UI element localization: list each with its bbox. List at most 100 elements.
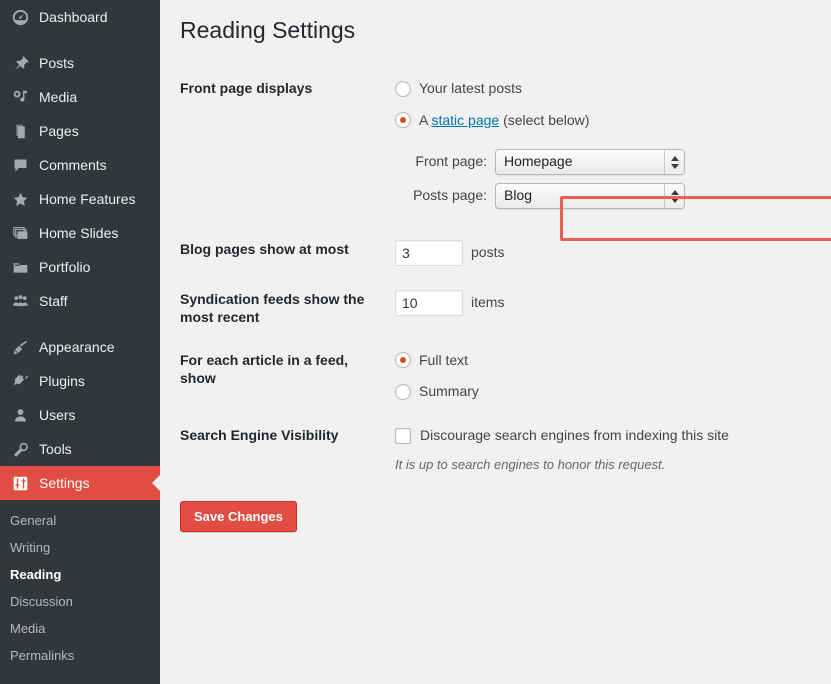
front-page-displays-label: Front page displays xyxy=(180,80,313,96)
group-icon xyxy=(10,291,30,311)
radio-static-page-input[interactable] xyxy=(395,112,411,129)
static-page-link[interactable]: static page xyxy=(431,112,499,128)
sidebar-item-label: Posts xyxy=(39,55,75,71)
admin-sidebar: Dashboard Posts Media Pages Comments Hom… xyxy=(0,0,160,684)
reading-settings-form: Front page displays Your latest posts A … xyxy=(180,67,820,487)
plug-icon xyxy=(10,371,30,391)
radio-latest-posts-label: Your latest posts xyxy=(419,80,522,96)
current-menu-arrow xyxy=(152,475,160,491)
blog-pages-label: Blog pages show at most xyxy=(180,241,349,258)
sidebar-item-label: Appearance xyxy=(39,339,115,355)
front-page-select-label: Front page: xyxy=(415,153,487,170)
sidebar-item-label: Settings xyxy=(39,475,90,491)
paintbrush-icon xyxy=(10,337,30,357)
row-feed-article: For each article in a feed, show Full te… xyxy=(180,339,820,414)
discourage-checkbox-row[interactable]: Discourage search engines from indexing … xyxy=(395,426,810,446)
front-page-select[interactable]: Homepage xyxy=(495,149,685,176)
wordpress-admin: Dashboard Posts Media Pages Comments Hom… xyxy=(0,0,831,684)
sidebar-item-label: Plugins xyxy=(39,373,85,389)
radio-summary[interactable]: Summary xyxy=(395,382,810,402)
search-visibility-label: Search Engine Visibility xyxy=(180,426,339,443)
chevron-updown-icon[interactable] xyxy=(664,184,684,209)
chevron-updown-icon[interactable] xyxy=(664,150,684,175)
submenu-item-general[interactable]: General xyxy=(0,507,160,534)
search-visibility-controls: Discourage search engines from indexing … xyxy=(395,414,820,487)
front-page-select-row: Front page: Homepage xyxy=(395,148,810,176)
sidebar-item-label: Dashboard xyxy=(39,9,108,25)
sidebar-item-appearance[interactable]: Appearance xyxy=(0,330,160,364)
row-front-page-displays: Front page displays Your latest posts A … xyxy=(180,67,820,228)
sidebar-item-media[interactable]: Media xyxy=(0,80,160,114)
sidebar-item-plugins[interactable]: Plugins xyxy=(0,364,160,398)
sidebar-item-label: Staff xyxy=(39,293,68,309)
sidebar-item-pages[interactable]: Pages xyxy=(0,114,160,148)
syndication-unit: items xyxy=(471,294,505,311)
radio-full-text-input[interactable] xyxy=(395,352,411,369)
dashboard-icon xyxy=(10,7,30,27)
submenu-item-writing[interactable]: Writing xyxy=(0,534,160,561)
row-blog-pages: Blog pages show at most posts xyxy=(180,228,820,278)
submenu-item-permalinks[interactable]: Permalinks xyxy=(0,642,160,669)
radio-static-page-label: A static page (select below) xyxy=(419,111,589,131)
sidebar-menu: Dashboard Posts Media Pages Comments Hom… xyxy=(0,0,160,500)
sidebar-item-settings[interactable]: Settings xyxy=(0,466,160,500)
media-icon xyxy=(10,87,30,107)
submenu-item-media[interactable]: Media xyxy=(0,615,160,642)
radio-latest-posts-input[interactable] xyxy=(395,80,411,97)
sidebar-item-home-features[interactable]: Home Features xyxy=(0,182,160,216)
sidebar-item-label: Portfolio xyxy=(39,259,91,275)
row-syndication-feeds: Syndication feeds show the most recent i… xyxy=(180,278,820,338)
posts-page-select[interactable]: Blog xyxy=(495,183,685,210)
sidebar-item-comments[interactable]: Comments xyxy=(0,148,160,182)
wrench-icon xyxy=(10,439,30,459)
sidebar-separator xyxy=(0,34,160,46)
front-page-displays-controls: Your latest posts A static page (select … xyxy=(395,67,820,228)
sidebar-item-tools[interactable]: Tools xyxy=(0,432,160,466)
star-icon xyxy=(10,189,30,209)
posts-page-select-value: Blog xyxy=(504,187,533,204)
radio-full-text-label: Full text xyxy=(419,351,469,368)
comment-icon xyxy=(10,155,30,175)
blog-pages-input[interactable] xyxy=(395,240,463,267)
syndication-controls: items xyxy=(395,278,820,338)
submit-area: Save Changes xyxy=(180,500,831,532)
sliders-icon xyxy=(10,473,30,493)
radio-summary-label: Summary xyxy=(419,383,479,400)
search-visibility-hint: It is up to search engines to honor this… xyxy=(395,457,666,473)
feed-article-label: For each article in a feed, show xyxy=(180,351,349,386)
sidebar-item-dashboard[interactable]: Dashboard xyxy=(0,0,160,34)
sidebar-item-label: Users xyxy=(39,407,76,423)
submenu-item-reading[interactable]: Reading xyxy=(0,561,160,588)
radio-static-page[interactable]: A static page (select below) xyxy=(395,111,810,131)
syndication-label: Syndication feeds show the most recent xyxy=(180,291,365,326)
sidebar-item-label: Media xyxy=(39,89,78,105)
sidebar-item-label: Tools xyxy=(39,441,72,457)
radio-latest-posts[interactable]: Your latest posts xyxy=(395,79,810,99)
syndication-input[interactable] xyxy=(395,290,463,317)
sidebar-item-posts[interactable]: Posts xyxy=(0,46,160,80)
sidebar-item-users[interactable]: Users xyxy=(0,398,160,432)
sidebar-item-portfolio[interactable]: Portfolio xyxy=(0,250,160,284)
main-content: Reading Settings Front page displays You… xyxy=(160,0,831,684)
sidebar-item-label: Comments xyxy=(39,157,107,173)
sidebar-item-label: Home Slides xyxy=(39,225,119,241)
radio-full-text[interactable]: Full text xyxy=(395,351,810,371)
folder-icon xyxy=(10,257,30,277)
sidebar-item-home-slides[interactable]: Home Slides xyxy=(0,216,160,250)
front-page-select-value: Homepage xyxy=(504,153,573,170)
feed-article-controls: Full text Summary xyxy=(395,339,820,414)
sidebar-separator xyxy=(0,318,160,330)
images-icon xyxy=(10,223,30,243)
pin-icon xyxy=(10,53,30,73)
row-search-visibility: Search Engine Visibility Discourage sear… xyxy=(180,414,820,487)
discourage-checkbox-input[interactable] xyxy=(395,427,411,444)
sidebar-item-staff[interactable]: Staff xyxy=(0,284,160,318)
settings-submenu: General Writing Reading Discussion Media… xyxy=(0,500,160,676)
page-title: Reading Settings xyxy=(180,17,356,43)
posts-page-select-row: Posts page: Blog xyxy=(395,182,810,210)
static-page-selects: Front page: Homepage Posts page: Blog xyxy=(395,148,810,210)
submenu-item-discussion[interactable]: Discussion xyxy=(0,588,160,615)
radio-summary-input[interactable] xyxy=(395,383,411,400)
sidebar-item-label: Pages xyxy=(39,123,79,139)
save-changes-button[interactable]: Save Changes xyxy=(180,500,297,532)
